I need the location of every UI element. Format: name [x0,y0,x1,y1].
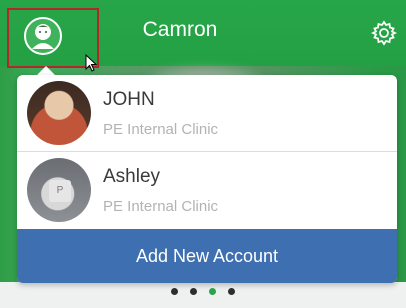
keyboard-key: P [49,180,71,202]
account-clinic: PE Internal Clinic [103,121,219,138]
account-row-ashley[interactable]: P Ashley PE Internal Clinic [17,152,397,228]
mouse-cursor-icon [85,54,98,72]
page-dot[interactable] [228,288,235,295]
page-dot-active[interactable] [209,288,216,295]
user-avatar-icon [24,17,62,55]
app-screen: Camron JOHN PE Internal Clinic P Ashley … [0,0,406,308]
account-name: Ashley [103,166,161,187]
user-avatar-icon-glyph [32,24,54,49]
page-dot[interactable] [171,288,178,295]
account-switcher-popover: JOHN PE Internal Clinic P Ashley PE Inte… [17,75,397,283]
gear-icon[interactable] [369,18,399,48]
add-new-account-button[interactable]: Add New Account [17,229,397,283]
page-title: Camron [142,18,218,41]
account-row-john[interactable]: JOHN PE Internal Clinic [17,75,397,151]
profile-photo [27,81,91,145]
account-clinic: PE Internal Clinic [103,198,219,215]
profile-photo: P [27,158,91,222]
account-name: JOHN [103,89,155,110]
page-indicator [0,288,406,300]
account-switcher-button[interactable] [7,8,99,72]
page-dot[interactable] [190,288,197,295]
